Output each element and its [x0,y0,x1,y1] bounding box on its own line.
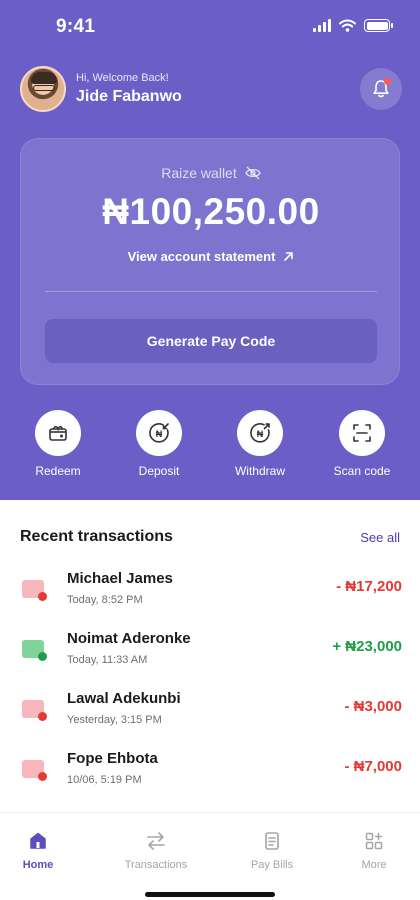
nav-item-transactions[interactable]: Transactions [111,831,201,871]
battery-icon [364,19,393,32]
wallet-balance: ₦100,250.00 [102,191,320,232]
debit-icon [22,700,47,721]
arrow-up-right-icon [284,252,294,261]
more-icon [365,832,383,850]
debit-icon [22,760,47,781]
transaction-date: 10/06, 5:19 PM [67,774,142,786]
withdraw-icon: ₦ [250,423,270,443]
transaction-name: Lawal Adekunbi [67,690,181,707]
action-label-deposit: Deposit [138,464,180,478]
transaction-row[interactable]: Fope Ehbota 10/06, 5:19 PM - ₦7,000 [20,750,402,798]
status-bar: 9:41 [0,0,420,52]
username: Jide Fabanwo [76,88,182,105]
action-label-redeem: Redeem [35,464,81,478]
scan-code-button[interactable] [339,410,385,456]
transaction-amount: + ₦23,000 [332,638,402,655]
redeem-button[interactable] [35,410,81,456]
transaction-date: Yesterday, 3:15 PM [67,714,162,726]
withdraw-button[interactable]: ₦ [237,410,283,456]
see-all-link[interactable]: See all [360,530,400,545]
wallet-card: Raize wallet ₦100,250.00 View account st… [20,138,400,385]
status-icons [313,19,393,32]
notifications-button[interactable] [360,68,402,110]
transaction-row[interactable]: Lawal Adekunbi Yesterday, 3:15 PM - ₦3,0… [20,690,402,738]
status-time: 9:41 [56,16,96,37]
redeem-icon [49,425,67,441]
wallet-label: Raize wallet [161,165,237,181]
transaction-row[interactable]: Noimat Aderonke Today, 11:33 AM + ₦23,00… [20,630,402,678]
nav-label-transactions: Transactions [124,859,188,871]
action-scan-code[interactable]: Scan code [317,410,407,478]
action-withdraw[interactable]: ₦ Withdraw [215,410,305,478]
greeting-text: Hi, Welcome Back! [76,72,169,84]
wallet-label-row: Raize wallet [21,165,401,181]
bottom-navigation: Home Transactions Pay Bills More [0,812,420,900]
home-icon [30,832,46,849]
view-statement-label: View account statement [127,249,276,264]
transaction-amount: - ₦3,000 [344,698,402,715]
debit-icon [22,580,47,601]
transaction-amount: - ₦17,200 [336,578,402,595]
nav-item-pay-bills[interactable]: Pay Bills [227,831,317,871]
notification-badge-dot [384,78,391,85]
transaction-date: Today, 11:33 AM [67,654,148,666]
scan-code-icon [353,424,371,442]
wifi-icon [339,19,356,32]
wallet-divider [45,291,377,292]
action-redeem[interactable]: Redeem [13,410,103,478]
avatar[interactable] [20,66,66,112]
cellular-signal-icon [313,19,331,32]
pay-bills-icon [265,832,279,850]
nav-item-more[interactable]: More [329,831,419,871]
transaction-row[interactable]: Michael James Today, 8:52 PM - ₦17,200 [20,570,402,618]
deposit-icon: ₦ [149,423,169,443]
nav-item-home[interactable]: Home [0,831,83,871]
home-indicator [145,892,275,897]
action-deposit[interactable]: ₦ Deposit [114,410,204,478]
transactions-title: Recent transactions [20,528,173,545]
nav-label-more: More [361,859,387,871]
transaction-date: Today, 8:52 PM [67,594,143,606]
nav-label-pay-bills: Pay Bills [250,859,294,871]
generate-pay-code-button[interactable]: Generate Pay Code [45,319,377,363]
nav-label-home: Home [22,859,54,871]
hide-balance-icon[interactable] [244,166,261,180]
transaction-name: Fope Ehbota [67,750,158,767]
profile-header: Hi, Welcome Back! Jide Fabanwo [20,66,182,112]
action-label-withdraw: Withdraw [234,464,285,478]
view-statement-link[interactable]: View account statement [21,249,401,264]
transaction-name: Michael James [67,570,173,587]
transactions-header: Recent transactions See all [20,528,400,546]
transactions-icon [147,832,165,850]
transaction-amount: - ₦7,000 [344,758,402,775]
credit-icon [22,640,47,661]
action-label-scan-code: Scan code [333,464,391,478]
quick-actions: Redeem ₦ Deposit ₦ Withdraw Scan code [0,410,420,490]
svg-text:₦: ₦ [257,429,264,439]
svg-text:₦: ₦ [156,429,163,439]
deposit-button[interactable]: ₦ [136,410,182,456]
transaction-name: Noimat Aderonke [67,630,191,647]
